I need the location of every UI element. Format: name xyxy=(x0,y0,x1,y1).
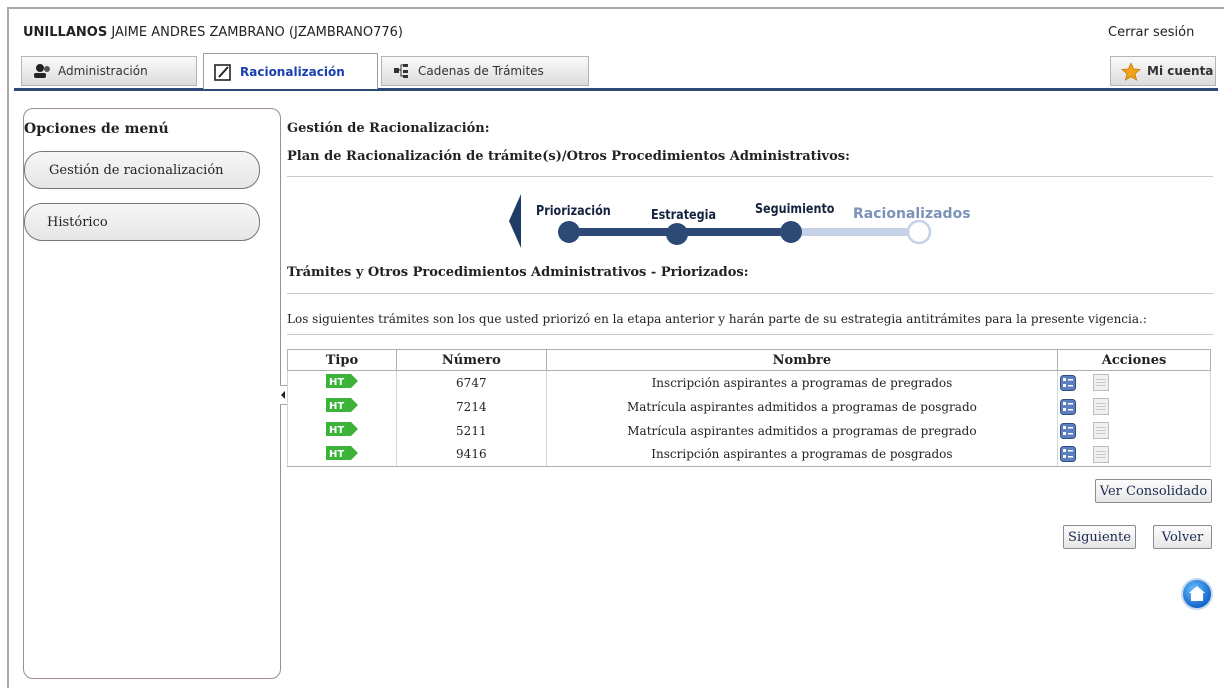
sidebar-title: Opciones de menú xyxy=(24,121,169,137)
tab-racionalizacion[interactable]: Racionalización xyxy=(203,53,378,89)
user-line: UNILLANOS JAIME ANDRES ZAMBRANO (JZAMBRA… xyxy=(23,25,403,40)
tab-bar: Administración Racionalización Cadenas d… xyxy=(14,51,1218,91)
document-icon[interactable] xyxy=(1093,445,1110,463)
cell-numero: 9416 xyxy=(395,442,547,467)
step-priorizacion: Priorización xyxy=(536,204,611,219)
cell-tipo: HT xyxy=(287,442,397,467)
table-header-row: Tipo Número Nombre Acciones xyxy=(287,349,1211,371)
ht-badge-icon: HT xyxy=(325,398,358,412)
cell-nombre: Inscripción aspirantes a programas de pr… xyxy=(545,370,1059,395)
tab-label: Administración xyxy=(58,64,148,78)
chain-icon xyxy=(392,63,412,79)
sidebar-item-label: Gestión de racionalización xyxy=(49,162,224,178)
cell-numero: 6747 xyxy=(395,370,547,395)
prev-arrow-icon xyxy=(509,194,521,248)
home-icon[interactable] xyxy=(1181,578,1213,610)
logout-link[interactable]: Cerrar sesión xyxy=(1108,25,1194,40)
sidebar-item-historico[interactable]: Histórico xyxy=(24,203,260,241)
tab-label: Cadenas de Trámites xyxy=(418,64,544,78)
cell-nombre: Matrícula aspirantes admitidos a program… xyxy=(545,418,1059,443)
svg-text:HT: HT xyxy=(329,425,344,436)
col-nombre: Nombre xyxy=(545,349,1059,371)
divider xyxy=(287,293,1213,294)
sidebar: Opciones de menú Gestión de racionalizac… xyxy=(23,108,281,679)
col-tipo: Tipo xyxy=(287,349,397,371)
cell-numero: 5211 xyxy=(395,418,547,443)
cell-tipo: HT xyxy=(287,418,397,443)
org-name: UNILLANOS xyxy=(23,25,108,40)
tab-administracion[interactable]: Administración xyxy=(21,56,197,86)
cell-nombre: Inscripción aspirantes a programas de po… xyxy=(545,442,1059,467)
ver-consolidado-button[interactable]: Ver Consolidado xyxy=(1095,479,1212,503)
detail-icon[interactable] xyxy=(1060,422,1077,439)
cell-acciones xyxy=(1057,418,1211,443)
progress-stepper: Priorización Estrategia Seguimiento Raci… xyxy=(507,190,977,252)
detail-icon[interactable] xyxy=(1060,446,1077,463)
step-estrategia: Estrategia xyxy=(651,208,717,223)
tab-label: Racionalización xyxy=(240,64,345,79)
tab-mi-cuenta[interactable]: Mi cuenta xyxy=(1110,56,1216,86)
ht-badge-icon: HT xyxy=(325,374,358,389)
users-icon xyxy=(32,63,52,79)
siguiente-button[interactable]: Siguiente xyxy=(1063,525,1136,549)
table-row: HT 6747 Inscripción aspirantes a programas… xyxy=(287,370,1211,395)
edit-icon xyxy=(214,63,234,81)
document-icon[interactable] xyxy=(1093,374,1110,392)
user-name: JAIME ANDRES ZAMBRANO (JZAMBRANO776) xyxy=(111,25,403,40)
sidebar-item-label: Histórico xyxy=(47,214,108,230)
svg-text:HT: HT xyxy=(329,449,344,460)
cell-numero: 7214 xyxy=(395,394,547,419)
page-subtitle: Plan de Racionalización de trámite(s)/Ot… xyxy=(287,149,850,164)
cell-acciones xyxy=(1057,394,1211,419)
table-row: HT 5211 Matrícula aspirantes admitidos a p… xyxy=(287,418,1211,443)
svg-text:HT: HT xyxy=(329,377,344,388)
tab-label: Mi cuenta xyxy=(1147,64,1214,78)
tramites-table: Tipo Número Nombre Acciones HT 6747 Inscri… xyxy=(287,349,1211,467)
star-icon xyxy=(1121,61,1141,81)
cell-acciones xyxy=(1057,442,1211,467)
tab-cadenas[interactable]: Cadenas de Trámites xyxy=(381,56,589,86)
col-acciones: Acciones xyxy=(1057,349,1211,371)
cell-tipo: HT xyxy=(287,394,397,419)
ht-badge-icon: HT xyxy=(325,445,358,460)
divider xyxy=(287,334,1213,335)
page-title: Gestión de Racionalización: xyxy=(287,121,490,136)
detail-icon[interactable] xyxy=(1060,374,1077,391)
col-numero: Número xyxy=(395,349,547,371)
cell-tipo: HT xyxy=(287,370,397,395)
cell-nombre: Matrícula aspirantes admitidos a program… xyxy=(545,394,1059,419)
divider xyxy=(287,176,1213,177)
section-title: Trámites y Otros Procedimientos Administ… xyxy=(287,265,749,280)
ht-badge-icon: HT xyxy=(325,422,358,436)
table-row: HT 9416 Inscripción aspirantes a programas… xyxy=(287,442,1211,467)
step-racionalizados: Racionalizados xyxy=(853,206,971,222)
table-row: HT 7214 Matrícula aspirantes admitidos a p… xyxy=(287,394,1211,419)
sidebar-item-gestion[interactable]: Gestión de racionalización xyxy=(24,151,260,189)
step-seguimiento: Seguimiento xyxy=(755,202,835,217)
cell-acciones xyxy=(1057,370,1211,395)
document-icon[interactable] xyxy=(1093,422,1110,439)
svg-text:HT: HT xyxy=(329,401,344,412)
section-description: Los siguientes trámites son los que uste… xyxy=(287,312,1147,326)
volver-button[interactable]: Volver xyxy=(1153,525,1212,549)
document-icon[interactable] xyxy=(1093,398,1110,415)
detail-icon[interactable] xyxy=(1060,398,1077,415)
